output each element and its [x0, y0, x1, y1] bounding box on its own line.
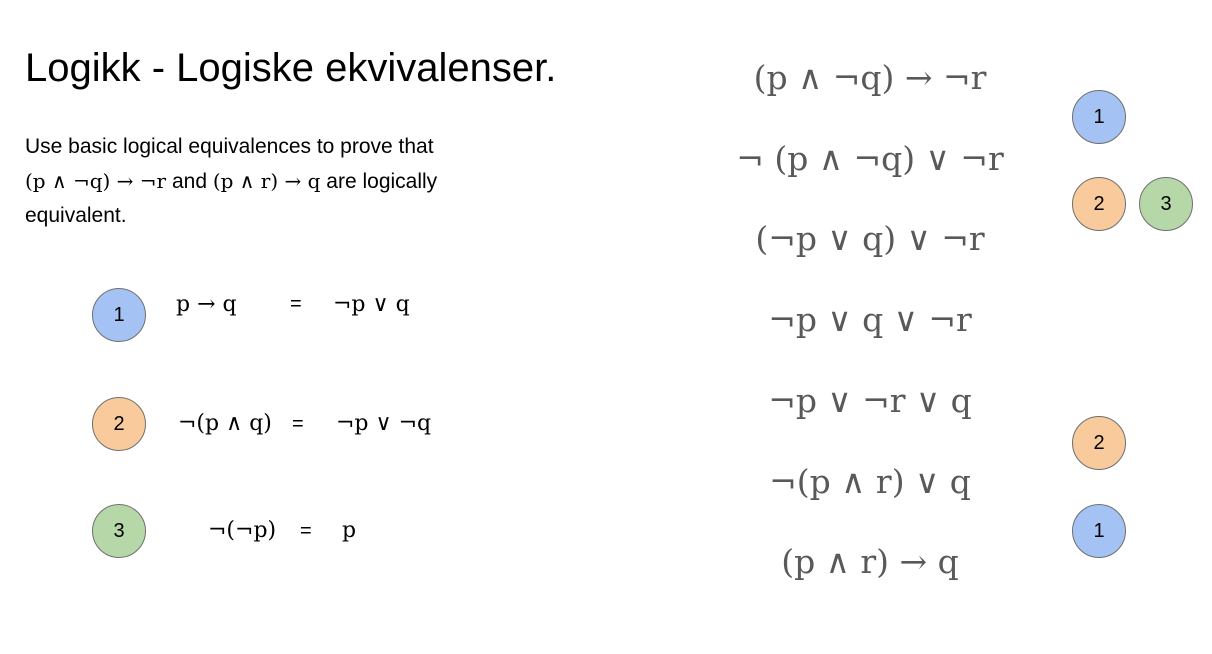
rule-1-equals: = — [290, 293, 302, 315]
slide-title: Logikk - Logiske ekvivalenser. — [25, 46, 557, 90]
proof-step-6: ¬(p ∧ r) ∨ q — [769, 462, 971, 501]
rule-2-rhs: ¬p ∨ ¬q — [336, 411, 432, 436]
task-line-3: equivalent. — [25, 204, 127, 227]
task-description: Use basic logical equivalences to prove … — [25, 130, 545, 233]
step-marker-rule-2: 2 — [1072, 177, 1126, 231]
proof-step-4: ¬p ∨ q ∨ ¬r — [768, 300, 972, 339]
proof-step-1: (p ∧ ¬q) → ¬r — [753, 58, 987, 97]
rule-3-badge: 3 — [92, 504, 146, 558]
task-tail: are logically — [320, 170, 438, 193]
rule-2-badge: 2 — [92, 397, 146, 451]
proof-step-7: (p ∧ r) → q — [781, 542, 959, 581]
rule-2-lhs: ¬(p ∧ q) — [178, 411, 272, 436]
expression-b: (p ∧ r) → q — [212, 169, 321, 193]
step-marker-rule-3: 3 — [1139, 177, 1193, 231]
task-line-2: (p ∧ ¬q) → ¬r and (p ∧ r) → q are logica… — [25, 164, 545, 199]
proof-step-5: ¬p ∨ ¬r ∨ q — [768, 381, 972, 420]
step-marker-rule-1: 1 — [1072, 90, 1126, 144]
step-marker-rule-1b: 1 — [1072, 504, 1126, 558]
task-and-word: and — [166, 170, 213, 193]
rule-2-equals: = — [292, 413, 304, 435]
rule-1-badge: 1 — [92, 288, 146, 342]
task-line-1: Use basic logical equivalences to prove … — [25, 135, 434, 158]
expression-a: (p ∧ ¬q) → ¬r — [25, 169, 167, 193]
rule-1-rhs: ¬p ∨ q — [333, 292, 410, 317]
proof-step-2: ¬ (p ∧ ¬q) ∨ ¬r — [736, 139, 1004, 178]
rule-3-equals: = — [300, 520, 312, 542]
step-marker-rule-2b: 2 — [1072, 416, 1126, 470]
rule-3-rhs: p — [342, 518, 357, 543]
proof-step-3: (¬p ∨ q) ∨ ¬r — [755, 219, 985, 258]
rule-3-lhs: ¬(¬p) — [208, 518, 277, 543]
rule-1-lhs: p → q — [176, 292, 237, 317]
